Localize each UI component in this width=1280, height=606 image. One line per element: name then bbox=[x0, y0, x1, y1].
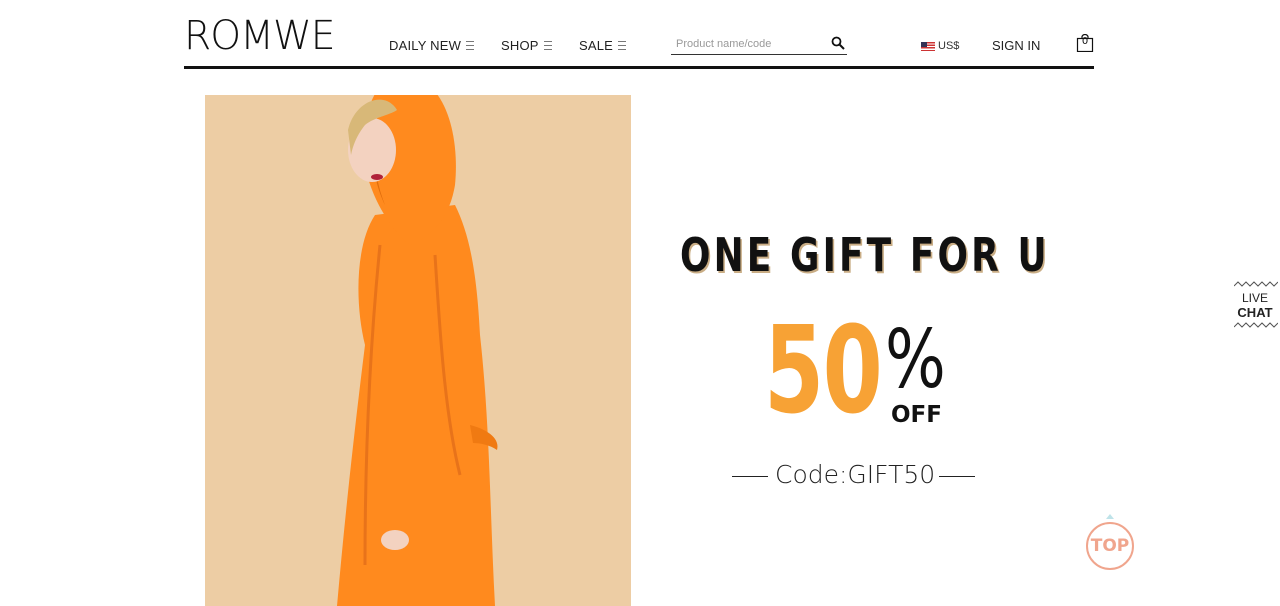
nav-daily-new-label: DAILY NEW bbox=[389, 38, 462, 53]
promo-headline: ONE GIFT FOR U bbox=[680, 228, 1050, 282]
code-divider-right bbox=[939, 476, 975, 477]
shopping-bag-button[interactable]: 0 bbox=[1076, 33, 1094, 53]
nav-sale[interactable]: SALE bbox=[579, 38, 627, 53]
zigzag-bottom-icon bbox=[1234, 322, 1278, 328]
us-flag-icon bbox=[921, 41, 935, 51]
model-in-orange-coat-illustration bbox=[337, 95, 498, 606]
menu-icon bbox=[543, 41, 552, 50]
hero-model-photo[interactable] bbox=[205, 95, 631, 606]
currency-selector[interactable]: US$ bbox=[921, 40, 959, 52]
search-input[interactable] bbox=[676, 36, 821, 52]
bag-count: 0 bbox=[1081, 36, 1089, 47]
search-bar bbox=[671, 34, 847, 55]
live-chat-line2: CHAT bbox=[1237, 305, 1273, 320]
zigzag-top-icon bbox=[1234, 281, 1278, 287]
off-label: OFF bbox=[891, 402, 942, 428]
menu-icon bbox=[466, 41, 475, 50]
top-label: TOP bbox=[1090, 536, 1130, 556]
nav-sale-label: SALE bbox=[579, 38, 614, 53]
nav-daily-new[interactable]: DAILY NEW bbox=[389, 38, 475, 53]
sign-in-link[interactable]: SIGN IN bbox=[992, 38, 1040, 53]
percent-sign: % bbox=[885, 313, 946, 406]
menu-icon bbox=[618, 41, 627, 50]
search-icon[interactable] bbox=[831, 36, 845, 50]
code-divider-left bbox=[732, 476, 768, 477]
promo-code: Code:GIFT50 bbox=[775, 460, 936, 489]
discount-number: 50 bbox=[764, 302, 883, 441]
live-chat-button[interactable]: LIVE CHAT bbox=[1232, 281, 1278, 329]
romwe-logo[interactable]: ROMWE bbox=[184, 14, 336, 58]
currency-label: US$ bbox=[938, 40, 960, 52]
back-to-top-button[interactable]: TOP bbox=[1085, 513, 1135, 573]
nav-shop[interactable]: SHOP bbox=[501, 38, 552, 53]
live-chat-line1: LIVE bbox=[1241, 291, 1268, 305]
header-divider bbox=[184, 66, 1094, 69]
nav-shop-label: SHOP bbox=[501, 38, 539, 53]
